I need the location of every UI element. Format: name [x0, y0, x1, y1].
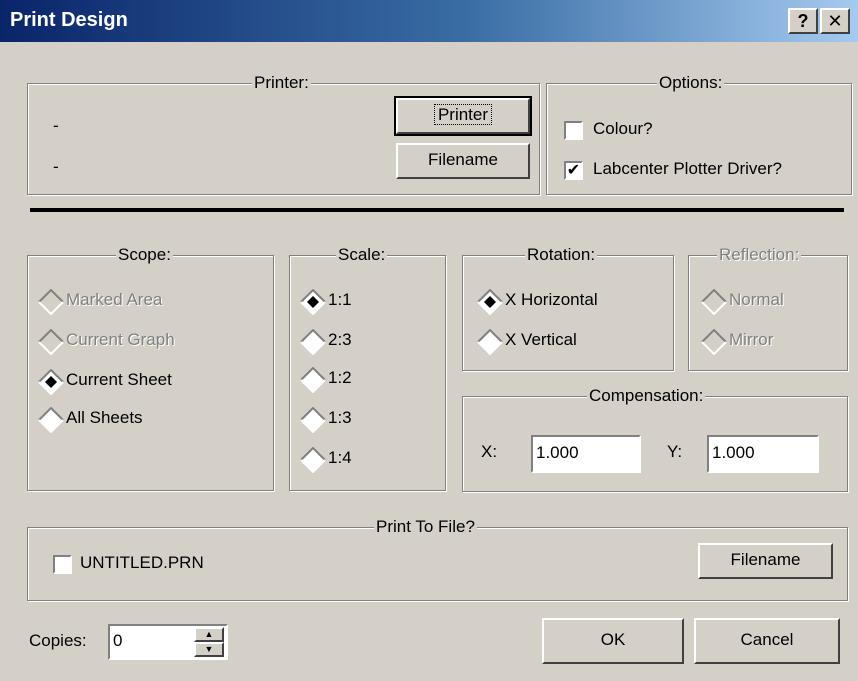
compensation-x-field[interactable]: 1.000 [531, 435, 641, 473]
scale-1-1-label[interactable]: 1:1 [328, 290, 352, 310]
title-bar[interactable]: Print Design ? ✕ [0, 0, 858, 42]
compensation-y-field[interactable]: 1.000 [707, 435, 819, 473]
scale-group: Scale: 1:1 2:3 1:2 1:3 1:4 [289, 245, 446, 491]
reflection-mirror-label: Mirror [729, 330, 774, 349]
copies-spinner[interactable]: ▲ ▼ [194, 627, 224, 657]
printer-button[interactable]: Printer [394, 96, 532, 136]
colour-label[interactable]: Colour? [593, 119, 653, 139]
rotation-horizontal-label[interactable]: X Horizontal [505, 290, 598, 310]
scope-current-graph-label: Current Graph [66, 330, 175, 349]
scale-1-3-radio[interactable] [300, 407, 326, 433]
rotation-group: Rotation: X Horizontal X Vertical [462, 245, 674, 371]
print-to-file-checkbox[interactable] [53, 555, 72, 574]
reflection-mirror-radio[interactable] [701, 329, 727, 355]
rotation-vertical-label[interactable]: X Vertical [505, 330, 577, 350]
compensation-group-title: Compensation: [587, 386, 706, 406]
cancel-button-label: Cancel [740, 630, 794, 649]
printer-group-title: Printer: [252, 73, 311, 93]
options-group-title: Options: [657, 73, 725, 93]
options-group: Options: Colour? ✔ Labcenter Plotter Dri… [546, 73, 852, 195]
cancel-button[interactable]: Cancel [694, 618, 840, 664]
scale-1-3-label[interactable]: 1:3 [328, 408, 352, 428]
scale-2-3-radio[interactable] [300, 329, 326, 355]
scope-all-sheets-radio[interactable] [38, 407, 64, 433]
scale-2-3-label[interactable]: 2:3 [328, 330, 352, 350]
rotation-group-title: Rotation: [525, 245, 598, 265]
window-title: Print Design [10, 9, 128, 31]
scope-current-sheet-radio[interactable] [38, 369, 64, 395]
scope-current-graph-radio[interactable] [38, 329, 64, 355]
printer-filename-button[interactable]: Filename [396, 143, 530, 179]
scale-1-4-radio[interactable] [300, 447, 326, 473]
rotation-vertical-radio[interactable] [477, 329, 503, 355]
reflection-normal-label: Normal [729, 290, 784, 309]
scope-current-sheet-label[interactable]: Current Sheet [66, 370, 172, 390]
help-button[interactable]: ? [788, 8, 818, 34]
ok-button[interactable]: OK [542, 618, 684, 664]
print-to-file-group: Print To File? UNTITLED.PRN Filename [27, 517, 848, 601]
compensation-x-label: X: [481, 442, 498, 461]
compensation-group: Compensation: X: 1.000 Y: 1.000 [462, 386, 848, 492]
scale-1-4-label[interactable]: 1:4 [328, 448, 352, 468]
copies-value: 0 [113, 631, 123, 650]
printer-name-text: - [53, 116, 59, 135]
reflection-group: Reflection: Normal Mirror [688, 245, 848, 371]
print-to-file-filename-button[interactable]: Filename [698, 543, 833, 579]
ok-button-label: OK [600, 630, 626, 649]
print-to-file-label[interactable]: UNTITLED.PRN [80, 553, 204, 573]
printer-button-label: Printer [433, 104, 493, 125]
compensation-y-label: Y: [667, 442, 683, 461]
reflection-normal-radio[interactable] [701, 289, 727, 315]
scale-1-2-radio[interactable] [300, 367, 326, 393]
labcenter-checkbox[interactable]: ✔ [564, 161, 583, 180]
separator-bar [30, 208, 844, 212]
scope-marked-area-radio[interactable] [38, 289, 64, 315]
printer-group: Printer: - - Printer Filename [27, 73, 540, 195]
close-button[interactable]: ✕ [820, 8, 850, 34]
copies-down-arrow-icon[interactable]: ▼ [194, 642, 224, 657]
reflection-group-title: Reflection: [717, 245, 802, 265]
print-design-dialog: Print Design ? ✕ Printer: - - Printer Fi… [0, 0, 858, 681]
colour-checkbox[interactable] [564, 121, 583, 140]
scope-group: Scope: Marked Area Current Graph Current… [27, 245, 274, 491]
printer-port-text: - [53, 157, 59, 176]
scope-all-sheets-label[interactable]: All Sheets [66, 408, 143, 428]
copies-up-arrow-icon[interactable]: ▲ [194, 627, 224, 642]
scale-1-2-label[interactable]: 1:2 [328, 368, 352, 388]
copies-label: Copies: [29, 631, 87, 650]
scale-1-1-radio[interactable] [300, 289, 326, 315]
print-to-file-filename-label: Filename [730, 550, 801, 569]
scope-group-title: Scope: [116, 245, 173, 265]
scope-marked-area-label: Marked Area [66, 290, 163, 309]
rotation-horizontal-radio[interactable] [477, 289, 503, 315]
print-to-file-group-title: Print To File? [374, 517, 477, 537]
labcenter-label[interactable]: Labcenter Plotter Driver? [593, 159, 782, 179]
printer-filename-label: Filename [428, 150, 498, 169]
scale-group-title: Scale: [336, 245, 388, 265]
